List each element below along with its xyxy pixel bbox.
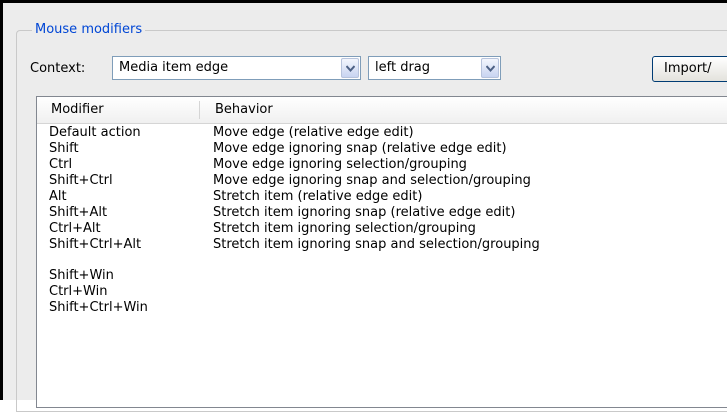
- table-row[interactable]: Alt Stretch item (relative edge edit): [37, 189, 727, 205]
- modifier-cell: Alt: [49, 189, 67, 204]
- table-row[interactable]: Shift Move edge ignoring snap (relative e…: [37, 141, 727, 157]
- table-row[interactable]: Shift+Ctrl Move edge ignoring snap and se…: [37, 173, 727, 189]
- table-row[interactable]: Ctrl Move edge ignoring selection/groupin…: [37, 157, 727, 173]
- column-header-behavior[interactable]: Behavior: [215, 102, 273, 118]
- behavior-cell: Move edge ignoring snap and selection/gr…: [213, 173, 531, 188]
- group-title: Mouse modifiers: [32, 22, 146, 38]
- column-divider[interactable]: [199, 101, 200, 119]
- drag-type-select-dropdown-button[interactable]: [481, 58, 499, 78]
- import-button[interactable]: Import/: [652, 56, 727, 82]
- modifier-cell: Default action: [49, 125, 141, 140]
- behavior-cell: Stretch item (relative edge edit): [213, 189, 423, 204]
- list-header: Modifier Behavior: [37, 97, 727, 124]
- modifier-cell: Shift: [49, 141, 79, 156]
- modifier-list[interactable]: Modifier Behavior Default action Move edg…: [36, 96, 727, 408]
- table-row[interactable]: Shift+Win: [37, 268, 727, 284]
- chevron-down-icon: [346, 65, 355, 72]
- modifier-cell: Ctrl+Win: [49, 284, 108, 299]
- list-rows: Default action Move edge (relative edge e…: [37, 125, 727, 316]
- modifier-cell: Shift+Alt: [49, 205, 108, 220]
- modifier-cell: Shift+Win: [49, 268, 114, 283]
- table-row[interactable]: [37, 253, 727, 268]
- behavior-cell: Move edge ignoring snap (relative edge e…: [213, 141, 507, 156]
- modifier-cell: Shift+Ctrl+Win: [49, 300, 148, 315]
- modifier-cell: Shift+Ctrl+Alt: [49, 237, 142, 252]
- context-select-dropdown-button[interactable]: [341, 58, 359, 78]
- context-label: Context:: [30, 61, 86, 76]
- table-row[interactable]: Shift+Ctrl+Win: [37, 300, 727, 316]
- behavior-cell: Stretch item ignoring snap (relative edg…: [213, 205, 516, 220]
- modifier-cell: Ctrl: [49, 157, 73, 172]
- chevron-down-icon: [486, 65, 495, 72]
- table-row[interactable]: Ctrl+Win: [37, 284, 727, 300]
- behavior-cell: Move edge (relative edge edit): [213, 125, 414, 140]
- context-select-value: Media item edge: [119, 60, 229, 75]
- drag-type-select[interactable]: left drag: [368, 56, 501, 80]
- table-row[interactable]: Shift+Ctrl+Alt Stretch item ignoring snap…: [37, 237, 727, 253]
- behavior-cell: Move edge ignoring selection/grouping: [213, 157, 467, 172]
- table-row[interactable]: Default action Move edge (relative edge e…: [37, 125, 727, 141]
- context-select[interactable]: Media item edge: [112, 56, 361, 80]
- behavior-cell: Stretch item ignoring snap and selection…: [213, 237, 540, 252]
- behavior-cell: Stretch item ignoring selection/grouping: [213, 221, 476, 236]
- modifier-cell: Shift+Ctrl: [49, 173, 113, 188]
- column-header-modifier[interactable]: Modifier: [51, 102, 104, 118]
- table-row[interactable]: Shift+Alt Stretch item ignoring snap (rel…: [37, 205, 727, 221]
- table-row[interactable]: Ctrl+Alt Stretch item ignoring selection/…: [37, 221, 727, 237]
- modifier-cell: Ctrl+Alt: [49, 221, 101, 236]
- drag-type-select-value: left drag: [375, 60, 431, 75]
